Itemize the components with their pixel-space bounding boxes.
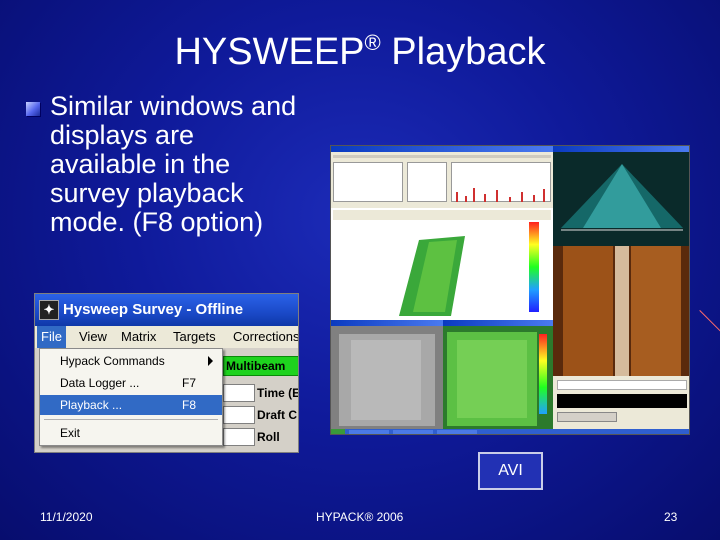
menu-targets[interactable]: Targets <box>173 329 216 344</box>
field-roll: Roll <box>257 430 280 444</box>
menu-separator <box>44 419 218 420</box>
field-time: Time (E <box>257 386 299 400</box>
taskbar-button-1[interactable] <box>349 430 389 434</box>
page-number: 23 <box>664 510 678 524</box>
swath-coverage-pane <box>331 208 553 320</box>
playback-desktop-screenshot <box>330 145 690 435</box>
bar-spikes-graphic <box>456 188 545 202</box>
menu-item-data-logger[interactable]: Data Logger ... F7 <box>40 373 222 393</box>
menu-item-shortcut: F7 <box>182 376 197 390</box>
menu-item-playback[interactable]: Playback ... F8 <box>40 395 222 415</box>
menu-file[interactable]: File <box>37 326 66 348</box>
status-multibeam: Multibeam <box>223 356 298 376</box>
control-panel-pane <box>553 376 689 429</box>
survey-titlebar: ✦ Hysweep Survey - Offline <box>35 294 298 326</box>
sidescan-pane <box>553 246 689 376</box>
field-box-1 <box>223 384 255 402</box>
menu-item-hypack-commands[interactable]: Hypack Commands <box>40 351 222 371</box>
menu-item-label: Playback ... <box>60 398 123 412</box>
title-text: HYSWEEP <box>174 31 365 73</box>
title-registered-mark: ® <box>364 30 381 55</box>
menu-item-shortcut: F8 <box>182 398 197 412</box>
survey-window-crop: ✦ Hysweep Survey - Offline File View Mat… <box>34 293 299 453</box>
multibeam-fan-graphic <box>561 164 683 231</box>
menu-matrix[interactable]: Matrix <box>121 329 156 344</box>
slide-title: HYSWEEP® Playback <box>0 30 720 74</box>
file-dropdown-menu: Hypack Commands Data Logger ... F7 Playb… <box>39 348 223 446</box>
menu-corrections[interactable]: Corrections <box>233 329 298 344</box>
swath-graphic <box>399 236 465 316</box>
field-draft: Draft C <box>257 408 298 422</box>
terrain-green-graphic <box>447 332 537 426</box>
terrain-gray-graphic <box>339 334 435 426</box>
footer-center: HYPACK® 2006 <box>316 510 404 524</box>
survey-data-pane <box>331 146 553 208</box>
field-box-2 <box>223 406 255 424</box>
survey-menubar: File View Matrix Targets Corrections <box>35 326 298 348</box>
taskbar-button-2[interactable] <box>393 430 433 434</box>
sidescan-graphic <box>553 246 689 376</box>
bullet-square-icon <box>26 102 40 116</box>
terrain-gray-pane <box>331 320 443 430</box>
taskbar-button-3[interactable] <box>437 430 477 434</box>
multibeam-fan-pane <box>553 146 689 246</box>
footer-date: 11/1/2020 <box>40 510 93 524</box>
menu-view[interactable]: View <box>79 329 107 344</box>
submenu-arrow-icon <box>208 356 213 366</box>
survey-window-title: Hysweep Survey - Offline <box>63 301 244 318</box>
field-box-3 <box>223 428 255 446</box>
start-button[interactable] <box>331 429 345 434</box>
menu-item-label: Exit <box>60 426 81 440</box>
terrain-green-pane <box>443 320 553 430</box>
title-suffix: Playback <box>380 31 546 73</box>
taskbar <box>331 429 689 434</box>
app-icon: ✦ <box>39 300 59 320</box>
menu-item-exit[interactable]: Exit <box>40 423 222 443</box>
avi-button[interactable]: AVI <box>478 452 543 490</box>
decorative-line <box>699 310 720 332</box>
menu-item-label: Hypack Commands <box>60 354 165 368</box>
menu-item-label: Data Logger ... <box>60 376 140 390</box>
bullet-text: Similar windows and displays are availab… <box>50 91 297 237</box>
status-multibeam-label: Multibeam <box>226 359 286 373</box>
